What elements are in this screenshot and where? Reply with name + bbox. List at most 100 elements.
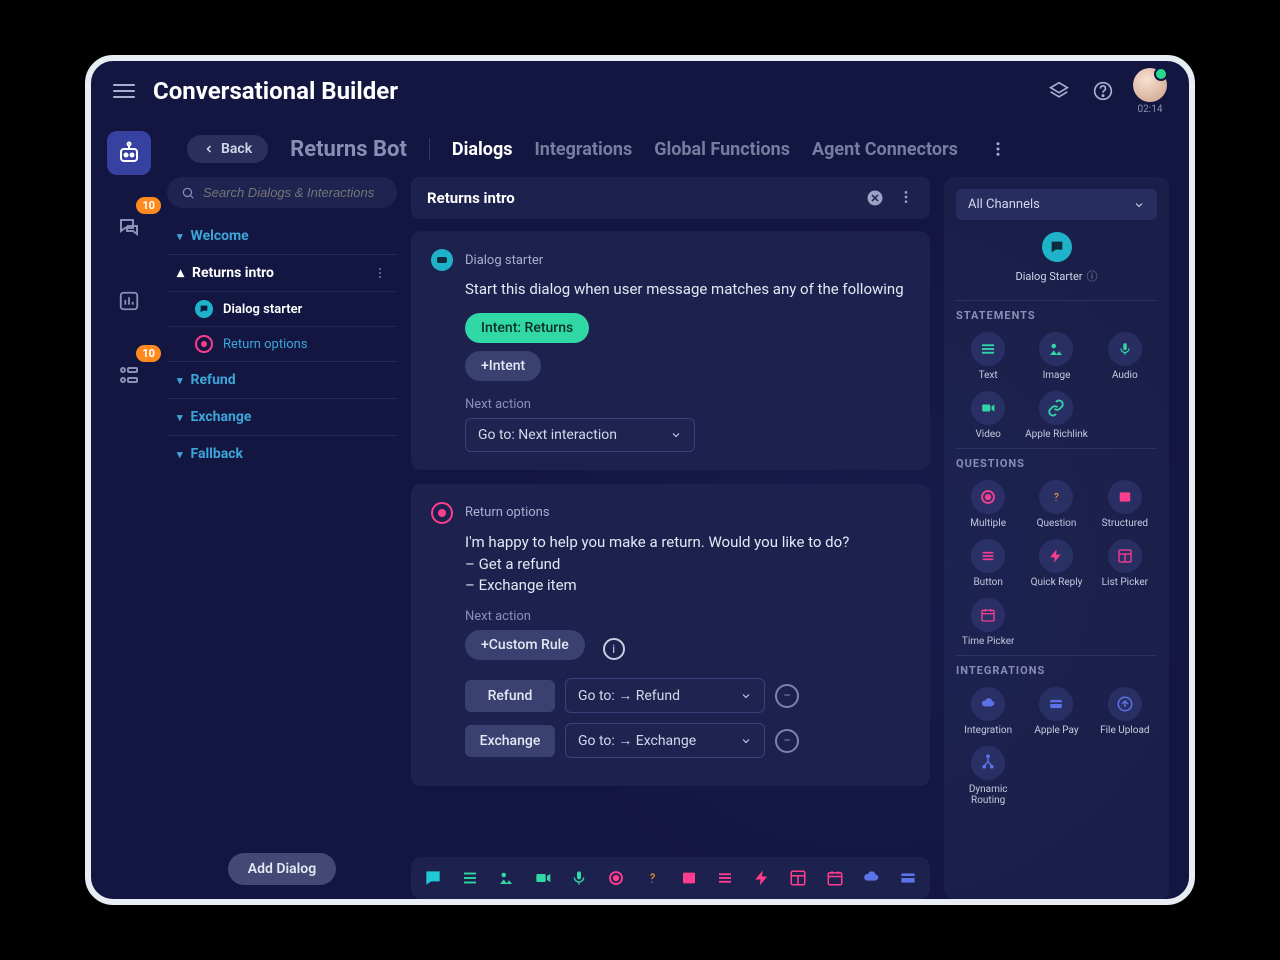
rule-refund-chip[interactable]: Refund xyxy=(465,680,555,712)
next-action-label: Next action xyxy=(465,397,910,412)
tb-image-icon[interactable] xyxy=(496,865,517,891)
help-icon[interactable] xyxy=(1089,77,1117,105)
tree-item-fallback[interactable]: ▾ Fallback xyxy=(167,435,397,472)
app-frame: Conversational Builder 02:14 10 xyxy=(85,55,1195,905)
chevron-down-icon: ▾ xyxy=(177,448,183,461)
chevron-down-icon: ▾ xyxy=(177,411,183,424)
palette-dynamic-routing[interactable]: Dynamic Routing xyxy=(956,744,1020,808)
canvas-header: Returns intro xyxy=(411,177,930,219)
rule-exchange-select[interactable]: Go to: → Exchange xyxy=(565,723,765,758)
palette-applepay[interactable]: Apple Pay xyxy=(1024,685,1088,738)
chevron-down-icon: ▾ xyxy=(177,230,183,243)
card-dialog-starter[interactable]: Dialog starter Start this dialog when us… xyxy=(411,231,930,470)
rail-conversations-icon[interactable]: 10 xyxy=(107,205,151,249)
back-button[interactable]: Back xyxy=(187,135,268,163)
intent-chip[interactable]: Intent: Returns xyxy=(465,313,589,343)
remove-rule-button[interactable]: − xyxy=(775,729,799,753)
tb-question-icon[interactable] xyxy=(642,865,663,891)
next-action-label: Next action xyxy=(465,609,910,624)
multiple-choice-icon xyxy=(195,335,213,353)
chevron-down-icon xyxy=(740,735,752,747)
close-circle-icon[interactable] xyxy=(866,189,884,207)
chevron-down-icon xyxy=(1133,199,1145,211)
search-input[interactable] xyxy=(203,185,383,200)
tb-text-icon[interactable] xyxy=(460,865,481,891)
tree-item-head[interactable]: ▴ Returns intro xyxy=(167,255,397,291)
app-title: Conversational Builder xyxy=(153,77,398,105)
tree-item-returns-intro: ▴ Returns intro xyxy=(167,254,397,361)
palette-video[interactable]: Video xyxy=(956,389,1020,442)
menu-icon[interactable] xyxy=(113,84,135,98)
add-custom-rule-button[interactable]: +Custom Rule xyxy=(465,630,585,660)
tb-multiple-icon[interactable] xyxy=(606,865,627,891)
tab-global-functions[interactable]: Global Functions xyxy=(654,139,790,160)
rail-analytics-icon[interactable] xyxy=(107,279,151,323)
rule-refund-select[interactable]: Go to: → Refund xyxy=(565,678,765,713)
tree-item-exchange[interactable]: ▾ Exchange xyxy=(167,398,397,435)
chevron-up-icon: ▴ xyxy=(177,265,184,281)
canvas-title: Returns intro xyxy=(427,189,515,207)
rule-exchange-chip[interactable]: Exchange xyxy=(465,725,555,757)
card-body-text: I'm happy to help you make a return. Wou… xyxy=(465,532,910,597)
tab-agent-connectors[interactable]: Agent Connectors xyxy=(812,139,958,160)
tab-dialogs[interactable]: Dialogs xyxy=(452,139,513,160)
palette-hero[interactable]: Dialog Starter ⓘ xyxy=(956,232,1157,284)
chevron-down-icon: ▾ xyxy=(177,374,183,387)
palette-multiple[interactable]: Multiple xyxy=(956,478,1020,531)
palette-audio[interactable]: Audio xyxy=(1093,330,1157,383)
palette-image[interactable]: Image xyxy=(1024,330,1088,383)
collapse-handle[interactable]: › xyxy=(924,377,930,413)
tb-dialog-starter-icon[interactable] xyxy=(423,865,444,891)
sub-item-dialog-starter[interactable]: Dialog starter xyxy=(167,291,397,326)
palette-structured[interactable]: Structured xyxy=(1093,478,1157,531)
session-timer: 02:14 xyxy=(1138,104,1163,115)
channels-select[interactable]: All Channels xyxy=(956,189,1157,220)
palette-listpicker[interactable]: List Picker xyxy=(1093,537,1157,590)
section-questions: QUESTIONS xyxy=(956,448,1157,470)
left-rail: 10 10 xyxy=(91,121,167,899)
tree-item-refund[interactable]: ▾ Refund xyxy=(167,361,397,398)
add-dialog-button[interactable]: Add Dialog xyxy=(228,853,336,885)
tb-video-icon[interactable] xyxy=(533,865,554,891)
rail-badge-2: 10 xyxy=(136,345,161,362)
layers-icon[interactable] xyxy=(1045,77,1073,105)
palette-question[interactable]: Question xyxy=(1024,478,1088,531)
tb-structured-icon[interactable] xyxy=(679,865,700,891)
tab-integrations[interactable]: Integrations xyxy=(534,139,632,160)
palette-button[interactable]: Button xyxy=(956,537,1020,590)
palette-timepicker[interactable]: Time Picker xyxy=(956,596,1020,649)
palette-fileupload[interactable]: File Upload xyxy=(1093,685,1157,738)
rail-bot-icon[interactable] xyxy=(107,131,151,175)
tb-quickreply-icon[interactable] xyxy=(752,865,773,891)
section-statements: STATEMENTS xyxy=(956,300,1157,322)
tb-listpicker-icon[interactable] xyxy=(788,865,809,891)
tabs-overflow-icon[interactable] xyxy=(984,135,1012,163)
palette-integration[interactable]: Integration xyxy=(956,685,1020,738)
remove-rule-button[interactable]: − xyxy=(775,684,799,708)
tb-audio-icon[interactable] xyxy=(569,865,590,891)
palette-quickreply[interactable]: Quick Reply xyxy=(1024,537,1088,590)
tb-applepay-icon[interactable] xyxy=(898,865,919,891)
tb-button-icon[interactable] xyxy=(715,865,736,891)
card-return-options[interactable]: Return options I'm happy to help you mak… xyxy=(411,484,930,786)
tree-item-welcome[interactable]: ▾ Welcome xyxy=(167,218,397,254)
add-intent-button[interactable]: +Intent xyxy=(465,351,541,381)
dialog-starter-icon xyxy=(431,249,453,271)
palette-text[interactable]: Text xyxy=(956,330,1020,383)
tb-integration-icon[interactable] xyxy=(861,865,882,891)
chevron-down-icon xyxy=(740,690,752,702)
canvas-menu-icon[interactable] xyxy=(898,189,914,207)
dialog-starter-icon xyxy=(1042,232,1072,262)
search-box[interactable] xyxy=(167,177,397,208)
dialog-starter-icon xyxy=(195,300,213,318)
info-icon[interactable]: i xyxy=(603,638,625,660)
rail-flows-icon[interactable]: 10 xyxy=(107,353,151,397)
user-avatar[interactable]: 02:14 xyxy=(1133,68,1167,115)
palette-richlink[interactable]: Apple Richlink xyxy=(1024,389,1088,442)
info-icon[interactable]: ⓘ xyxy=(1087,268,1098,284)
tree-item-menu-icon[interactable] xyxy=(373,266,387,280)
divider xyxy=(429,138,430,160)
sub-item-return-options[interactable]: Return options xyxy=(167,326,397,361)
tb-timepicker-icon[interactable] xyxy=(825,865,846,891)
next-action-select[interactable]: Go to: Next interaction xyxy=(465,418,695,452)
